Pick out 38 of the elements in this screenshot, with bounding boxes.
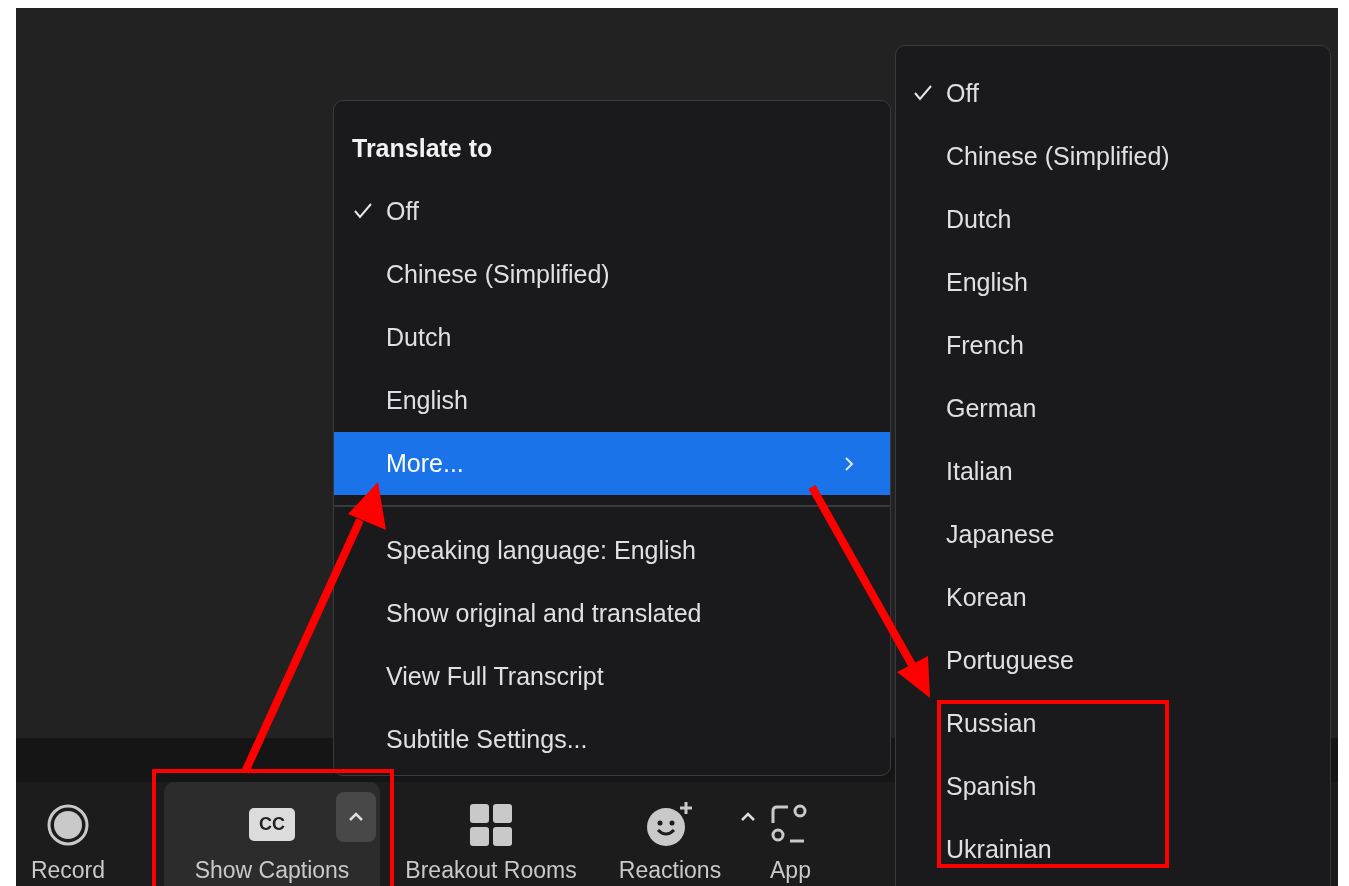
smiley-plus-icon [646,801,694,847]
menu-item[interactable]: Speaking language: English [334,518,890,582]
menu-item[interactable]: English [896,251,1330,314]
chevron-up-icon [348,812,364,822]
menu-item[interactable]: Russian [896,692,1330,755]
menu-item[interactable]: French [896,314,1330,377]
menu-item[interactable]: Chinese (Simplified) [896,125,1330,188]
toolbar-button[interactable]: CC Show Captions [164,782,380,886]
menu-item[interactable]: German [896,377,1330,440]
toolbar-button[interactable]: Breakout Rooms [386,782,596,886]
menu-item[interactable]: Off [334,180,890,243]
menu-item[interactable]: English [334,369,890,432]
menu-item[interactable]: Korean [896,566,1330,629]
menu-item[interactable]: Subtitle Settings... [334,707,890,771]
toolbar-button[interactable]: Reactions [610,782,730,886]
menu-item[interactable]: Show original and translated [334,581,890,645]
menu-item[interactable]: Italian [896,440,1330,503]
grid-icon [469,803,513,847]
menu-item[interactable]: Japanese [896,503,1330,566]
menu-item[interactable]: Ukrainian [896,818,1330,881]
menu-item[interactable]: Off [896,62,1330,125]
record-icon [46,803,90,847]
checkmark-icon [354,203,372,219]
menu-item[interactable]: Chinese (Simplified) [334,243,890,306]
menu-title: Translate to [351,133,494,164]
menu-item[interactable]: View Full Transcript [334,644,890,708]
menu-item[interactable]: Dutch [334,306,890,369]
menu-item[interactable]: More... [334,432,890,495]
menu-item[interactable]: Dutch [896,188,1330,251]
menu-item[interactable]: Portuguese [896,629,1330,692]
menu-item[interactable]: Spanish [896,755,1330,818]
options-button[interactable] [336,792,376,842]
chevron-up-icon[interactable] [740,812,756,822]
toolbar-button[interactable]: App [770,782,811,886]
toolbar-button[interactable]: Record [16,782,120,886]
checkmark-icon [914,85,932,101]
cc-badge: CC [249,808,295,841]
chevron-right-icon [844,456,854,472]
